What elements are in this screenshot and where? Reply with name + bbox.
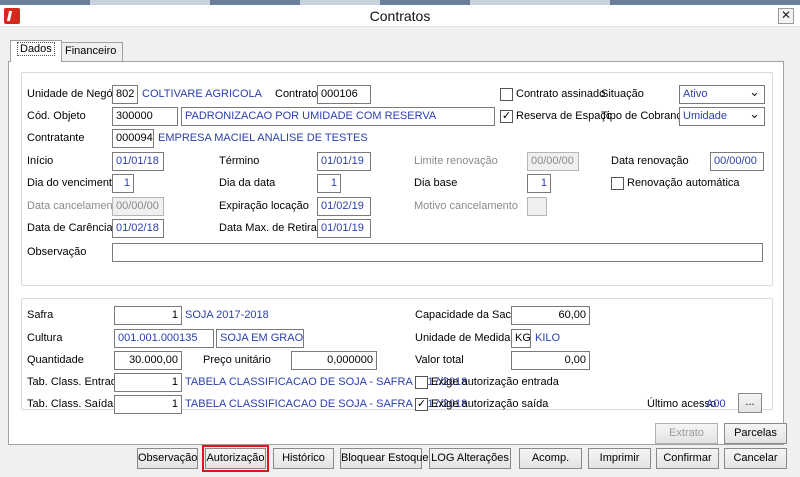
termino-field[interactable]: 01/01/19 bbox=[317, 152, 371, 171]
tab-entrada-label: Tab. Class. Entrada bbox=[27, 376, 123, 388]
autorizacao-button[interactable]: Autorização bbox=[202, 445, 269, 472]
capacidade-field[interactable]: 60,00 bbox=[511, 306, 590, 325]
cultura-label: Cultura bbox=[27, 332, 63, 344]
confirmar-button[interactable]: Confirmar bbox=[656, 448, 719, 469]
unidade-medida-label: Unidade de Medida bbox=[415, 332, 511, 344]
tab-pane-dados: Unidade de Negócio 802 COLTIVARE AGRICOL… bbox=[8, 61, 784, 445]
inicio-field[interactable]: 01/01/18 bbox=[112, 152, 164, 171]
observacao-label: Observação bbox=[27, 246, 87, 258]
tab-dados[interactable]: Dados bbox=[10, 40, 62, 62]
window-title: Contratos bbox=[369, 8, 431, 24]
tab-saida-label: Tab. Class. Saída bbox=[27, 398, 114, 410]
imprimir-button[interactable]: Imprimir bbox=[588, 448, 651, 469]
cancelar-button[interactable]: Cancelar bbox=[724, 448, 787, 469]
renovacao-automatica-checkbox[interactable] bbox=[611, 177, 624, 190]
log-alteracoes-button[interactable]: LOG Alterações bbox=[429, 448, 511, 469]
contrato-assinado-checkbox[interactable] bbox=[500, 88, 513, 101]
contrato-field[interactable]: 000106 bbox=[317, 85, 371, 104]
dia-base-label: Dia base bbox=[414, 177, 458, 189]
dia-vencimento-field[interactable]: 1 bbox=[112, 174, 134, 193]
motivo-cancelamento-label: Motivo cancelamento bbox=[414, 200, 518, 212]
exige-saida-label: Exige autorização saída bbox=[431, 398, 549, 410]
tipo-cobranca-label: Tipo de Cobrança bbox=[601, 110, 689, 122]
tipo-cobranca-select[interactable]: Umidade bbox=[679, 107, 765, 126]
expiracao-label: Expiração locação bbox=[219, 200, 309, 212]
tab-entrada-code-field[interactable]: 1 bbox=[114, 373, 182, 392]
tab-financeiro[interactable]: Financeiro bbox=[58, 42, 124, 61]
contract-group: Unidade de Negócio 802 COLTIVARE AGRICOL… bbox=[21, 72, 773, 286]
capacidade-label: Capacidade da Saca bbox=[415, 309, 518, 321]
contrato-label: Contrato bbox=[275, 88, 318, 100]
data-renovacao-field[interactable]: 00/00/00 bbox=[710, 152, 764, 171]
renovacao-automatica-label: Renovação automática bbox=[627, 177, 740, 189]
data-max-label: Data Max. de Retirada bbox=[219, 222, 330, 234]
data-cancelamento-field: 00/00/00 bbox=[112, 197, 164, 216]
ultimo-acesso-value: A00 bbox=[706, 398, 726, 410]
data-cancelamento-label: Data cancelamento bbox=[27, 200, 122, 212]
limite-field: 00/00/00 bbox=[527, 152, 579, 171]
dia-vencimento-label: Dia do vencimento bbox=[27, 177, 119, 189]
preco-label: Preço unitário bbox=[203, 354, 271, 366]
situacao-label: Situação bbox=[601, 88, 644, 100]
unidade-name: COLTIVARE AGRICOLA bbox=[142, 88, 263, 100]
unidade-medida-code-field[interactable]: KG bbox=[511, 329, 531, 348]
safra-label: Safra bbox=[27, 309, 54, 321]
parcelas-button[interactable]: Parcelas bbox=[724, 423, 787, 444]
quantidade-field[interactable]: 30.000,00 bbox=[114, 351, 182, 370]
contratante-label: Contratante bbox=[27, 132, 85, 144]
expiracao-field[interactable]: 01/02/19 bbox=[317, 197, 371, 216]
observacao-button[interactable]: Observação bbox=[137, 448, 198, 469]
termino-label: Término bbox=[219, 155, 260, 167]
tab-saida-code-field[interactable]: 1 bbox=[114, 395, 182, 414]
preco-field[interactable]: 0,000000 bbox=[291, 351, 377, 370]
safra-code-field[interactable]: 1 bbox=[114, 306, 182, 325]
carencia-field[interactable]: 01/02/18 bbox=[112, 219, 164, 238]
unidade-medida-name: KILO bbox=[535, 332, 561, 344]
extrato-button[interactable]: Extrato bbox=[655, 423, 718, 444]
reserva-label: Reserva de Espaço bbox=[516, 110, 612, 122]
dia-base-field[interactable]: 1 bbox=[527, 174, 551, 193]
window-client: Dados Financeiro Unidade de Negócio 802 … bbox=[0, 27, 800, 477]
close-icon[interactable]: ✕ bbox=[778, 8, 794, 24]
data-max-field[interactable]: 01/01/19 bbox=[317, 219, 371, 238]
contrato-assinado-label: Contrato assinado bbox=[516, 88, 606, 100]
cultura-name-field[interactable]: SOJA EM GRAOS bbox=[216, 329, 304, 348]
inicio-label: Início bbox=[27, 155, 54, 167]
dia-data-field[interactable]: 1 bbox=[317, 174, 341, 193]
safra-name: SOJA 2017-2018 bbox=[185, 309, 269, 321]
contratante-name: EMPRESA MACIEL ANALISE DE TESTES bbox=[158, 132, 368, 144]
unidade-code-field[interactable]: 802 bbox=[112, 85, 138, 104]
situacao-select[interactable]: Ativo bbox=[679, 85, 765, 104]
reserva-checkbox[interactable]: ✓ bbox=[500, 110, 513, 123]
quantidade-label: Quantidade bbox=[27, 354, 84, 366]
title-bar: Contratos ✕ bbox=[0, 5, 800, 27]
browse-button[interactable]: ... bbox=[738, 393, 762, 413]
exige-entrada-checkbox[interactable] bbox=[415, 376, 428, 389]
data-renovacao-label: Data renovação bbox=[611, 155, 689, 167]
valor-total-label: Valor total bbox=[415, 354, 464, 366]
motivo-cancelamento-field bbox=[527, 197, 547, 216]
exige-saida-checkbox[interactable]: ✓ bbox=[415, 398, 428, 411]
historico-button[interactable]: Histórico bbox=[273, 448, 334, 469]
cod-objeto-desc-field[interactable]: PADRONIZACAO POR UMIDADE COM RESERVA bbox=[181, 107, 495, 126]
exige-entrada-label: Exige autorização entrada bbox=[431, 376, 559, 388]
bloquear-estoque-button[interactable]: Bloquear Estoque bbox=[340, 448, 428, 469]
dia-data-label: Dia da data bbox=[219, 177, 276, 189]
valor-total-field[interactable]: 0,00 bbox=[511, 351, 590, 370]
cultura-code-field[interactable]: 001.001.000135 bbox=[114, 329, 214, 348]
carencia-label: Data de Carência bbox=[27, 222, 113, 234]
contratante-code-field[interactable]: 000094 bbox=[112, 129, 154, 148]
cod-objeto-field[interactable]: 300000 bbox=[112, 107, 178, 126]
cod-objeto-label: Cód. Objeto bbox=[27, 110, 86, 122]
product-group: Safra 1 SOJA 2017-2018 Capacidade da Sac… bbox=[21, 298, 773, 414]
observacao-field[interactable] bbox=[112, 243, 763, 262]
acomp-button[interactable]: Acomp. bbox=[519, 448, 582, 469]
limite-label: Limite renovação bbox=[414, 155, 498, 167]
